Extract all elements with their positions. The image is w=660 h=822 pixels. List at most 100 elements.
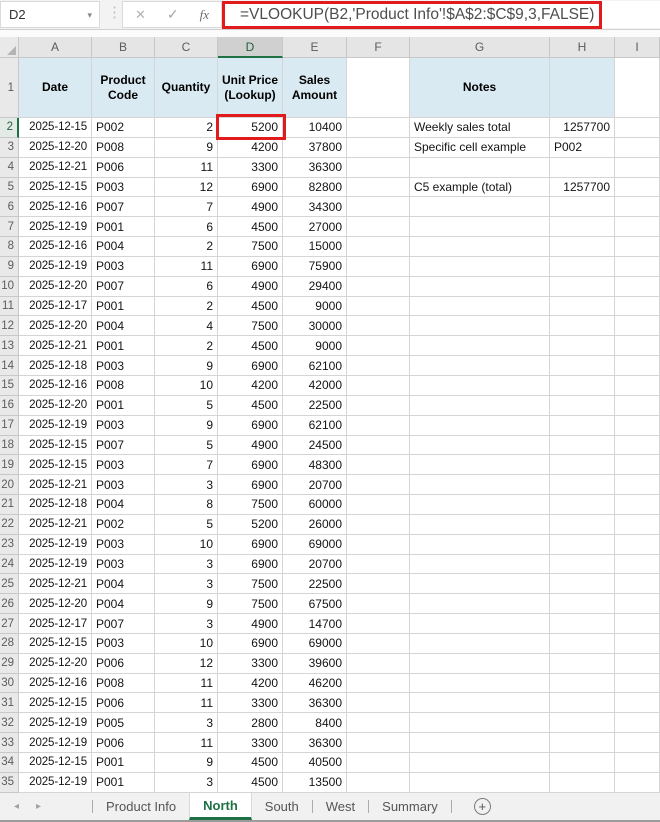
cell-A23[interactable]: 2025-12-19	[19, 535, 92, 555]
cell-H14[interactable]	[550, 356, 615, 376]
cell-A8[interactable]: 2025-12-16	[19, 237, 92, 257]
cell-C14[interactable]: 9	[155, 356, 218, 376]
cell-G15[interactable]	[410, 376, 550, 396]
cell-D6[interactable]: 4900	[218, 197, 283, 217]
cell-H7[interactable]	[550, 217, 615, 237]
cell-D17[interactable]: 6900	[218, 416, 283, 436]
row-header-21[interactable]: 21	[0, 495, 19, 515]
cell-B31[interactable]: P006	[92, 693, 155, 713]
cell-E31[interactable]: 36300	[283, 693, 347, 713]
cell-B20[interactable]: P003	[92, 475, 155, 495]
row-header-1[interactable]: 1	[0, 58, 19, 118]
cell-F13[interactable]	[347, 336, 410, 356]
cell-D27[interactable]: 4900	[218, 614, 283, 634]
cell-D13[interactable]: 4500	[218, 336, 283, 356]
cell-A24[interactable]: 2025-12-19	[19, 555, 92, 575]
cell-C2[interactable]: 2	[155, 118, 218, 138]
cell-G12[interactable]	[410, 316, 550, 336]
cell-G8[interactable]	[410, 237, 550, 257]
cell-G21[interactable]	[410, 495, 550, 515]
cell-I6[interactable]	[615, 197, 660, 217]
cell-I34[interactable]	[615, 753, 660, 773]
cell-I19[interactable]	[615, 455, 660, 475]
cell-E1[interactable]: Sales Amount	[283, 58, 347, 118]
cell-C24[interactable]: 3	[155, 555, 218, 575]
cell-H16[interactable]	[550, 396, 615, 416]
name-box-dropdown-icon[interactable]: ▾	[87, 10, 92, 21]
cell-E27[interactable]: 14700	[283, 614, 347, 634]
cell-D7[interactable]: 4500	[218, 217, 283, 237]
cell-D10[interactable]: 4900	[218, 277, 283, 297]
cell-E16[interactable]: 22500	[283, 396, 347, 416]
cell-I30[interactable]	[615, 674, 660, 694]
cell-G28[interactable]	[410, 634, 550, 654]
cell-F31[interactable]	[347, 693, 410, 713]
cell-H35[interactable]	[550, 773, 615, 793]
cell-B15[interactable]: P008	[92, 376, 155, 396]
cell-A31[interactable]: 2025-12-15	[19, 693, 92, 713]
column-header-I[interactable]: I	[615, 37, 660, 58]
cell-I23[interactable]	[615, 535, 660, 555]
cell-B14[interactable]: P003	[92, 356, 155, 376]
cell-I2[interactable]	[615, 118, 660, 138]
cell-G3[interactable]: Specific cell example	[410, 138, 550, 158]
cell-B9[interactable]: P003	[92, 257, 155, 277]
sheet-tab-south[interactable]: South	[252, 793, 312, 820]
cell-E26[interactable]: 67500	[283, 594, 347, 614]
cell-B24[interactable]: P003	[92, 555, 155, 575]
cell-B4[interactable]: P006	[92, 158, 155, 178]
row-header-16[interactable]: 16	[0, 396, 19, 416]
cell-I9[interactable]	[615, 257, 660, 277]
row-header-33[interactable]: 33	[0, 733, 19, 753]
row-header-19[interactable]: 19	[0, 455, 19, 475]
cell-A34[interactable]: 2025-12-15	[19, 753, 92, 773]
cell-I31[interactable]	[615, 693, 660, 713]
cell-C22[interactable]: 5	[155, 515, 218, 535]
cell-E12[interactable]: 30000	[283, 316, 347, 336]
cell-I18[interactable]	[615, 436, 660, 456]
cell-B12[interactable]: P004	[92, 316, 155, 336]
cell-I1[interactable]	[615, 58, 660, 118]
cell-C15[interactable]: 10	[155, 376, 218, 396]
cell-D31[interactable]: 3300	[218, 693, 283, 713]
cell-G23[interactable]	[410, 535, 550, 555]
name-box[interactable]: D2 ▾	[0, 1, 100, 28]
cell-F6[interactable]	[347, 197, 410, 217]
cell-D16[interactable]: 4500	[218, 396, 283, 416]
cell-D14[interactable]: 6900	[218, 356, 283, 376]
cell-B21[interactable]: P004	[92, 495, 155, 515]
cell-G13[interactable]	[410, 336, 550, 356]
cell-H27[interactable]	[550, 614, 615, 634]
cell-F25[interactable]	[347, 574, 410, 594]
cell-B3[interactable]: P008	[92, 138, 155, 158]
cell-E8[interactable]: 15000	[283, 237, 347, 257]
cell-B25[interactable]: P004	[92, 574, 155, 594]
row-header-11[interactable]: 11	[0, 297, 19, 317]
cell-F10[interactable]	[347, 277, 410, 297]
cell-H2[interactable]: 1257700	[550, 118, 615, 138]
row-header-28[interactable]: 28	[0, 634, 19, 654]
cell-H9[interactable]	[550, 257, 615, 277]
cell-F28[interactable]	[347, 634, 410, 654]
row-header-7[interactable]: 7	[0, 217, 19, 237]
cell-C33[interactable]: 11	[155, 733, 218, 753]
column-header-B[interactable]: B	[92, 37, 155, 58]
cell-C34[interactable]: 9	[155, 753, 218, 773]
cell-E33[interactable]: 36300	[283, 733, 347, 753]
cell-D20[interactable]: 6900	[218, 475, 283, 495]
row-header-6[interactable]: 6	[0, 197, 19, 217]
cell-F30[interactable]	[347, 674, 410, 694]
cell-H25[interactable]	[550, 574, 615, 594]
cell-B30[interactable]: P008	[92, 674, 155, 694]
cell-E14[interactable]: 62100	[283, 356, 347, 376]
cell-D34[interactable]: 4500	[218, 753, 283, 773]
cell-H6[interactable]	[550, 197, 615, 217]
cell-G24[interactable]	[410, 555, 550, 575]
cell-C4[interactable]: 11	[155, 158, 218, 178]
cell-D24[interactable]: 6900	[218, 555, 283, 575]
cell-A27[interactable]: 2025-12-17	[19, 614, 92, 634]
cell-I16[interactable]	[615, 396, 660, 416]
cell-F24[interactable]	[347, 555, 410, 575]
cell-F22[interactable]	[347, 515, 410, 535]
cell-H21[interactable]	[550, 495, 615, 515]
